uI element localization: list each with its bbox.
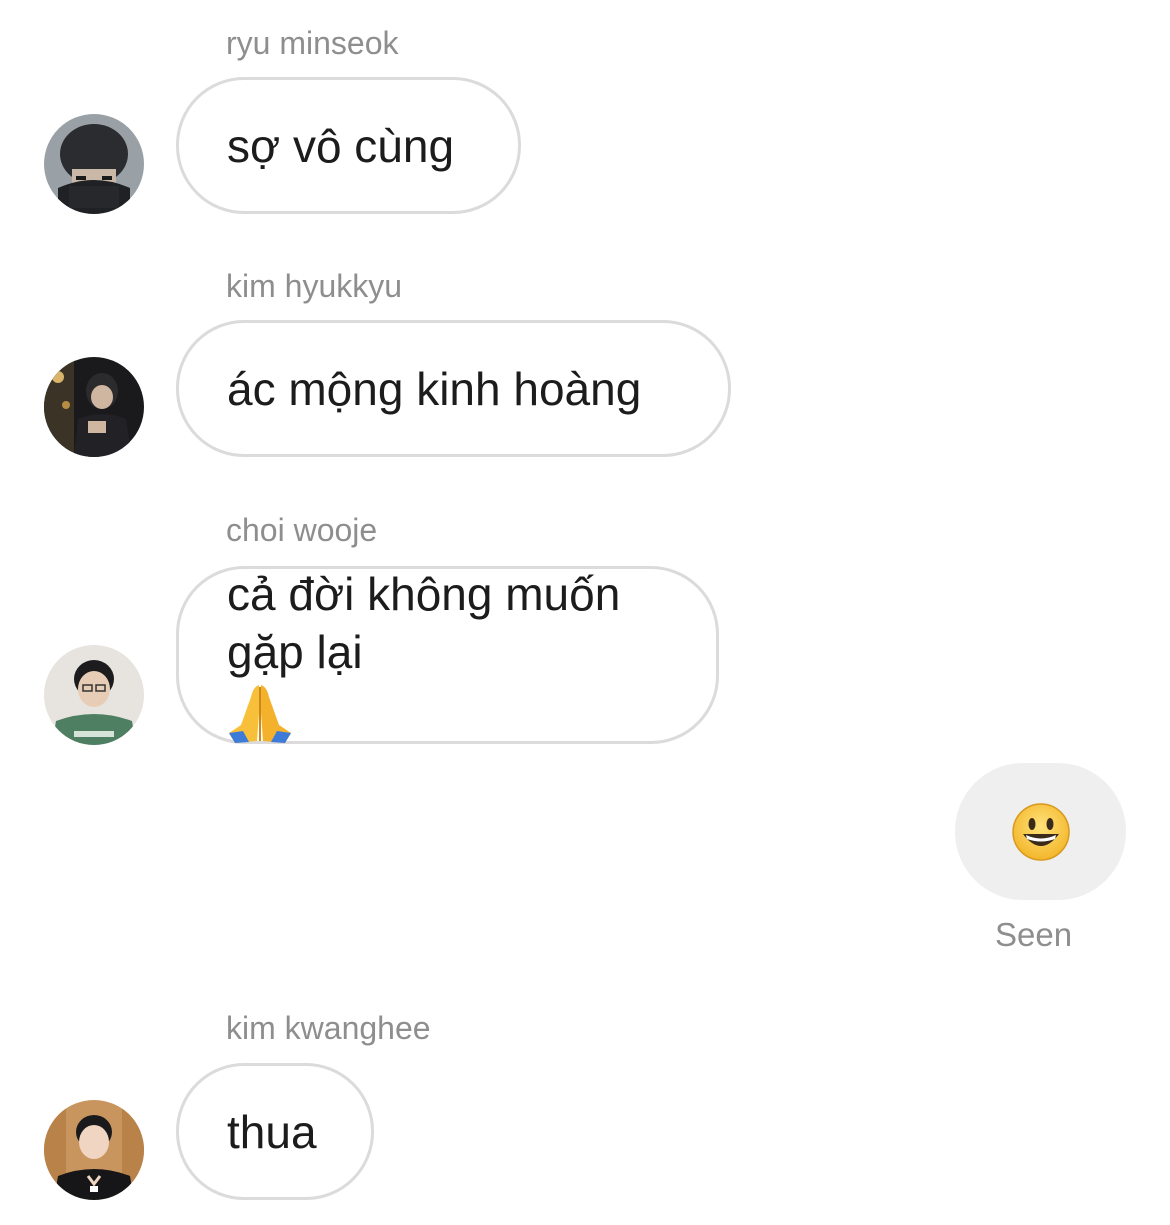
sender-name: kim kwanghee <box>226 1010 431 1046</box>
sender-name: choi wooje <box>226 512 378 548</box>
grinning-face-emoji <box>1011 802 1070 861</box>
message-bubble[interactable]: cả đời không muốn gặp lại <box>176 566 719 744</box>
message-text: ác mộng kinh hoàng <box>227 362 642 415</box>
folded-hands-emoji <box>229 684 291 743</box>
avatar[interactable] <box>44 645 144 745</box>
sender-name: ryu minseok <box>226 25 399 61</box>
avatar-photo-kim-kwanghee <box>44 1100 144 1200</box>
avatar[interactable] <box>44 1100 144 1200</box>
sender-name: kim hyukkyu <box>226 268 403 304</box>
avatar[interactable] <box>44 114 144 214</box>
seen-status: Seen <box>995 916 1073 953</box>
message-content: cả đời không muốn gặp lại <box>227 565 620 745</box>
message-text: thua <box>227 1105 317 1158</box>
message-bubble[interactable]: sợ vô cùng <box>176 77 521 214</box>
avatar-photo-ryu-minseok <box>44 114 144 214</box>
avatar-photo-choi-wooje <box>44 645 144 745</box>
message-bubble[interactable]: thua <box>176 1063 374 1200</box>
message-text: sợ vô cùng <box>227 119 455 172</box>
own-message-bubble[interactable] <box>955 763 1126 900</box>
message-text: cả đời không muốn gặp lại <box>227 568 621 679</box>
message-bubble[interactable]: ác mộng kinh hoàng <box>176 320 731 457</box>
avatar[interactable] <box>44 357 144 457</box>
avatar-photo-kim-hyukkyu <box>44 357 144 457</box>
